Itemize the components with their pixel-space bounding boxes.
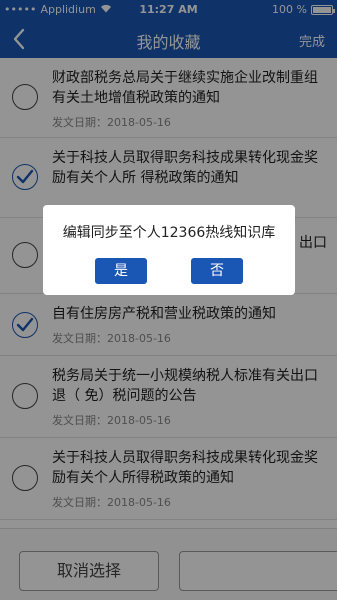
confirm-dialog: 编辑同步至个人12366热线知识库 是 否 — [43, 205, 295, 295]
yes-button[interactable]: 是 — [95, 258, 147, 284]
dialog-message: 编辑同步至个人12366热线知识库 — [62, 225, 276, 241]
no-button[interactable]: 否 — [191, 258, 243, 284]
modal-overlay — [0, 0, 337, 600]
